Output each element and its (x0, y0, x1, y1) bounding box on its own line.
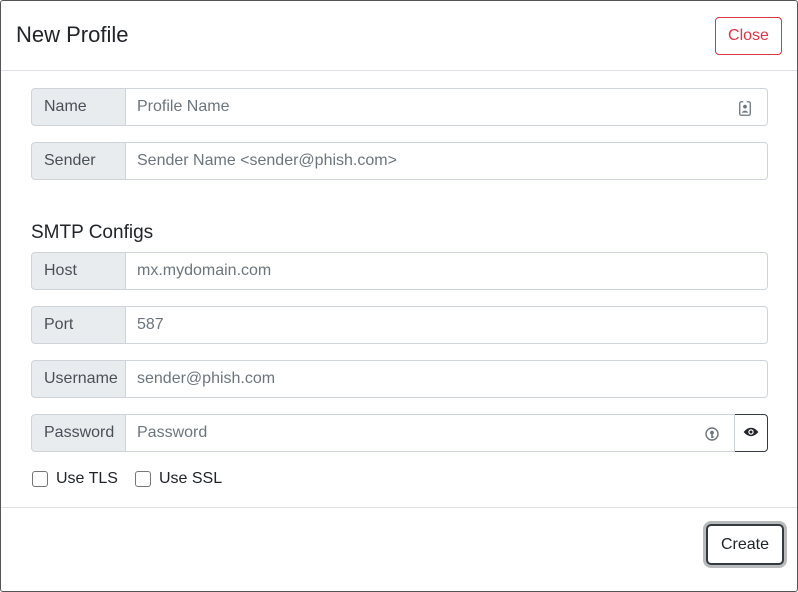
host-label: Host (31, 252, 126, 290)
username-label: Username (31, 360, 126, 398)
modal-footer: Create (1, 507, 797, 591)
sender-input[interactable] (126, 143, 767, 179)
password-field-wrapper (126, 414, 735, 452)
username-input[interactable] (126, 361, 767, 397)
profile-name-input[interactable] (126, 89, 767, 125)
username-input-group: Username (31, 360, 768, 398)
use-tls-label: Use TLS (56, 470, 118, 487)
use-ssl-label: Use SSL (158, 470, 223, 487)
toggle-password-visibility-button[interactable] (734, 414, 768, 452)
name-label: Name (31, 88, 126, 126)
password-input-group: Password (31, 414, 768, 452)
sender-input-group: Sender (31, 142, 768, 180)
sender-label: Sender (31, 142, 126, 180)
eye-icon (743, 426, 759, 441)
sender-field-wrapper (126, 142, 768, 180)
name-field-wrapper (126, 88, 768, 126)
new-profile-modal: New Profile Close Name Sender SMTP Confi… (0, 0, 798, 592)
port-input-group: Port (31, 306, 768, 344)
username-field-wrapper (126, 360, 768, 398)
host-input-group: Host (31, 252, 768, 290)
use-tls-checkbox[interactable] (32, 471, 48, 487)
tls-ssl-options: Use TLS Use SSL (32, 470, 239, 488)
modal-title: New Profile (16, 22, 129, 47)
name-input-group: Name (31, 88, 768, 126)
modal-header: New Profile Close (1, 1, 797, 71)
host-input[interactable] (126, 253, 767, 289)
use-tls-option[interactable]: Use TLS (32, 470, 118, 488)
port-input[interactable] (126, 307, 767, 343)
use-ssl-option[interactable]: Use SSL (134, 470, 223, 488)
password-label: Password (31, 414, 126, 452)
close-button[interactable]: Close (715, 17, 782, 55)
port-field-wrapper (126, 306, 768, 344)
create-button[interactable]: Create (706, 524, 784, 565)
host-field-wrapper (126, 252, 768, 290)
port-label: Port (31, 306, 126, 344)
password-manager-key-icon[interactable] (704, 426, 720, 442)
password-input[interactable] (126, 415, 734, 451)
smtp-configs-heading: SMTP Configs (31, 222, 154, 243)
use-ssl-checkbox[interactable] (134, 471, 151, 487)
contact-card-icon[interactable] (737, 100, 753, 116)
